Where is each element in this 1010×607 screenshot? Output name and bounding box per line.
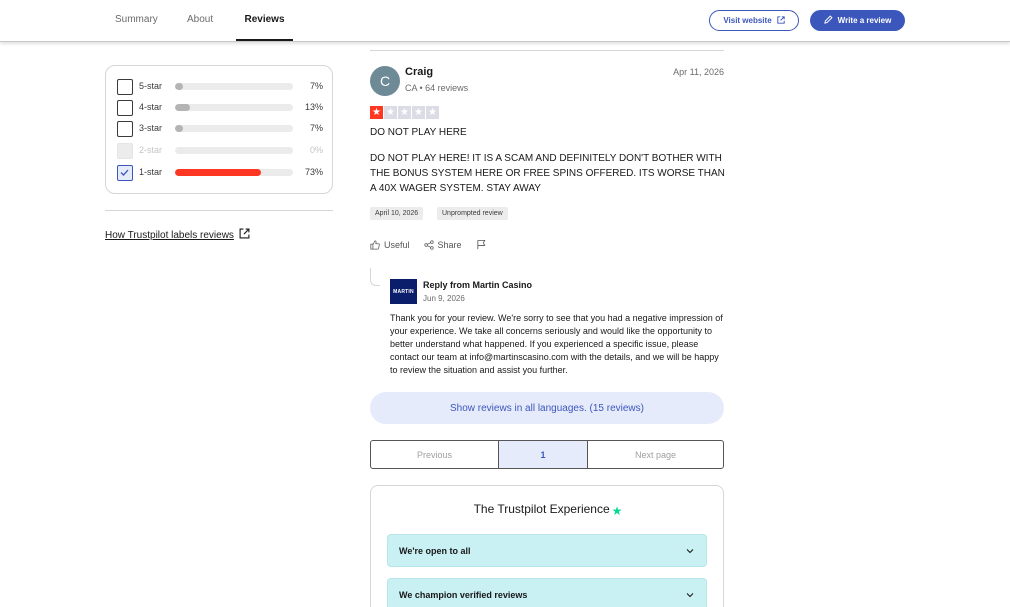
experience-title: The Trustpilot Experience ★	[371, 502, 725, 518]
filter-row-2-star: 2-star 0%	[117, 143, 323, 159]
share-label: Share	[437, 239, 462, 250]
filter-percent: 0%	[309, 145, 323, 155]
filter-checkbox-1-star[interactable]	[117, 165, 133, 181]
useful-button[interactable]: Useful	[370, 240, 410, 250]
filter-checkbox-5-star[interactable]	[117, 79, 133, 95]
next-page-button[interactable]: Next page	[588, 441, 723, 468]
star-icon-empty: ★	[384, 106, 397, 119]
divider	[105, 210, 333, 211]
write-review-button[interactable]: Write a review	[810, 10, 905, 31]
filter-percent: 7%	[309, 81, 323, 91]
how-trustpilot-labels-link[interactable]: How Trustpilot labels reviews	[105, 228, 250, 242]
star-rating: ★ ★ ★ ★ ★	[370, 106, 439, 119]
reviewer-meta: CA • 64 reviews	[405, 83, 469, 93]
star-icon-empty: ★	[412, 106, 425, 119]
divider	[370, 50, 724, 51]
review-date: Apr 11, 2026	[673, 67, 724, 77]
filter-checkbox-2-star	[117, 143, 133, 159]
checkmark-icon	[120, 169, 129, 176]
accordion-label: We champion verified reviews	[399, 589, 528, 600]
rating-bar-fill	[175, 104, 191, 111]
how-labels-text: How Trustpilot labels reviews	[105, 229, 234, 241]
thumbs-up-icon	[370, 239, 380, 250]
rating-bar	[175, 104, 293, 111]
rating-bar	[175, 147, 293, 154]
unprompted-review-tag[interactable]: Unprompted review	[437, 207, 508, 220]
rating-bar-fill	[175, 83, 184, 90]
filter-percent: 7%	[309, 123, 323, 133]
share-button[interactable]: Share	[423, 239, 462, 250]
star-icon-empty: ★	[398, 106, 411, 119]
experience-title-text: The Trustpilot Experience	[473, 502, 610, 516]
experience-date-tag: April 10, 2026	[370, 207, 424, 220]
star-filter-panel: 5-star 7% 4-star 13% 3-star 7% 2-star 0%…	[105, 65, 333, 194]
rating-bar-fill	[175, 169, 262, 176]
flag-icon	[476, 239, 485, 250]
write-review-label: Write a review	[837, 16, 892, 25]
avatar[interactable]: C	[370, 66, 400, 96]
star-icon-empty: ★	[426, 106, 439, 119]
filter-label: 1-star	[139, 167, 163, 177]
visit-website-button[interactable]: Visit website	[709, 10, 799, 31]
page-1-button[interactable]: 1	[499, 441, 588, 468]
share-icon	[423, 239, 434, 250]
filter-label: 3-star	[139, 123, 163, 133]
external-link-icon	[239, 228, 250, 242]
rating-bar	[175, 83, 293, 90]
accordion-verified-reviews[interactable]: We champion verified reviews	[387, 578, 707, 607]
filter-row-1-star[interactable]: 1-star 73%	[117, 165, 323, 181]
reply-body: Thank you for your review. We're sorry t…	[390, 313, 723, 375]
rating-bar-fill	[175, 125, 184, 132]
filter-row-5-star[interactable]: 5-star 7%	[117, 79, 323, 95]
company-logo: MARTIN	[390, 279, 417, 304]
reviewer-name[interactable]: Craig	[405, 66, 433, 78]
reply-connector	[370, 268, 380, 286]
filter-percent: 73%	[304, 167, 323, 177]
reply-from: Reply from Martin Casino	[423, 280, 533, 290]
reply-date: Jun 9, 2026	[423, 294, 465, 303]
external-link-icon	[776, 15, 785, 26]
pagination: Previous 1 Next page	[370, 440, 724, 469]
review-title[interactable]: DO NOT PLAY HERE	[370, 127, 467, 138]
filter-row-3-star[interactable]: 3-star 7%	[117, 121, 323, 137]
chevron-down-icon	[686, 548, 694, 553]
show-all-languages-button[interactable]: Show reviews in all languages. (15 revie…	[370, 392, 724, 424]
useful-label: Useful	[384, 239, 410, 250]
tab-summary[interactable]: Summary	[115, 0, 158, 41]
rating-bar	[175, 169, 293, 176]
filter-label: 2-star	[139, 145, 163, 155]
filter-label: 5-star	[139, 81, 163, 91]
visit-website-label: Visit website	[723, 16, 772, 25]
chevron-down-icon	[686, 592, 694, 597]
previous-page-button[interactable]: Previous	[371, 441, 499, 468]
rating-bar	[175, 125, 293, 132]
pencil-icon	[823, 15, 833, 26]
review-actions: Useful Share	[370, 239, 487, 250]
accordion-open-to-all[interactable]: We're open to all	[387, 534, 707, 567]
accordion-label: We're open to all	[399, 545, 471, 556]
top-navigation: Summary About Reviews Visit website Writ…	[0, 0, 1010, 42]
star-icon-filled: ★	[370, 106, 383, 119]
filter-checkbox-3-star[interactable]	[117, 121, 133, 137]
tab-reviews[interactable]: Reviews	[236, 0, 293, 41]
report-flag-button[interactable]	[476, 239, 487, 250]
filter-label: 4-star	[139, 102, 163, 112]
trustpilot-experience-card: The Trustpilot Experience ★ We're open to…	[370, 485, 724, 607]
trustpilot-star-icon: ★	[611, 504, 623, 518]
filter-row-4-star[interactable]: 4-star 13%	[117, 100, 323, 116]
review-body: DO NOT PLAY HERE! IT IS A SCAM AND DEFIN…	[370, 153, 725, 194]
filter-checkbox-4-star[interactable]	[117, 100, 133, 116]
tab-about[interactable]: About	[187, 0, 213, 41]
filter-percent: 13%	[304, 102, 323, 112]
